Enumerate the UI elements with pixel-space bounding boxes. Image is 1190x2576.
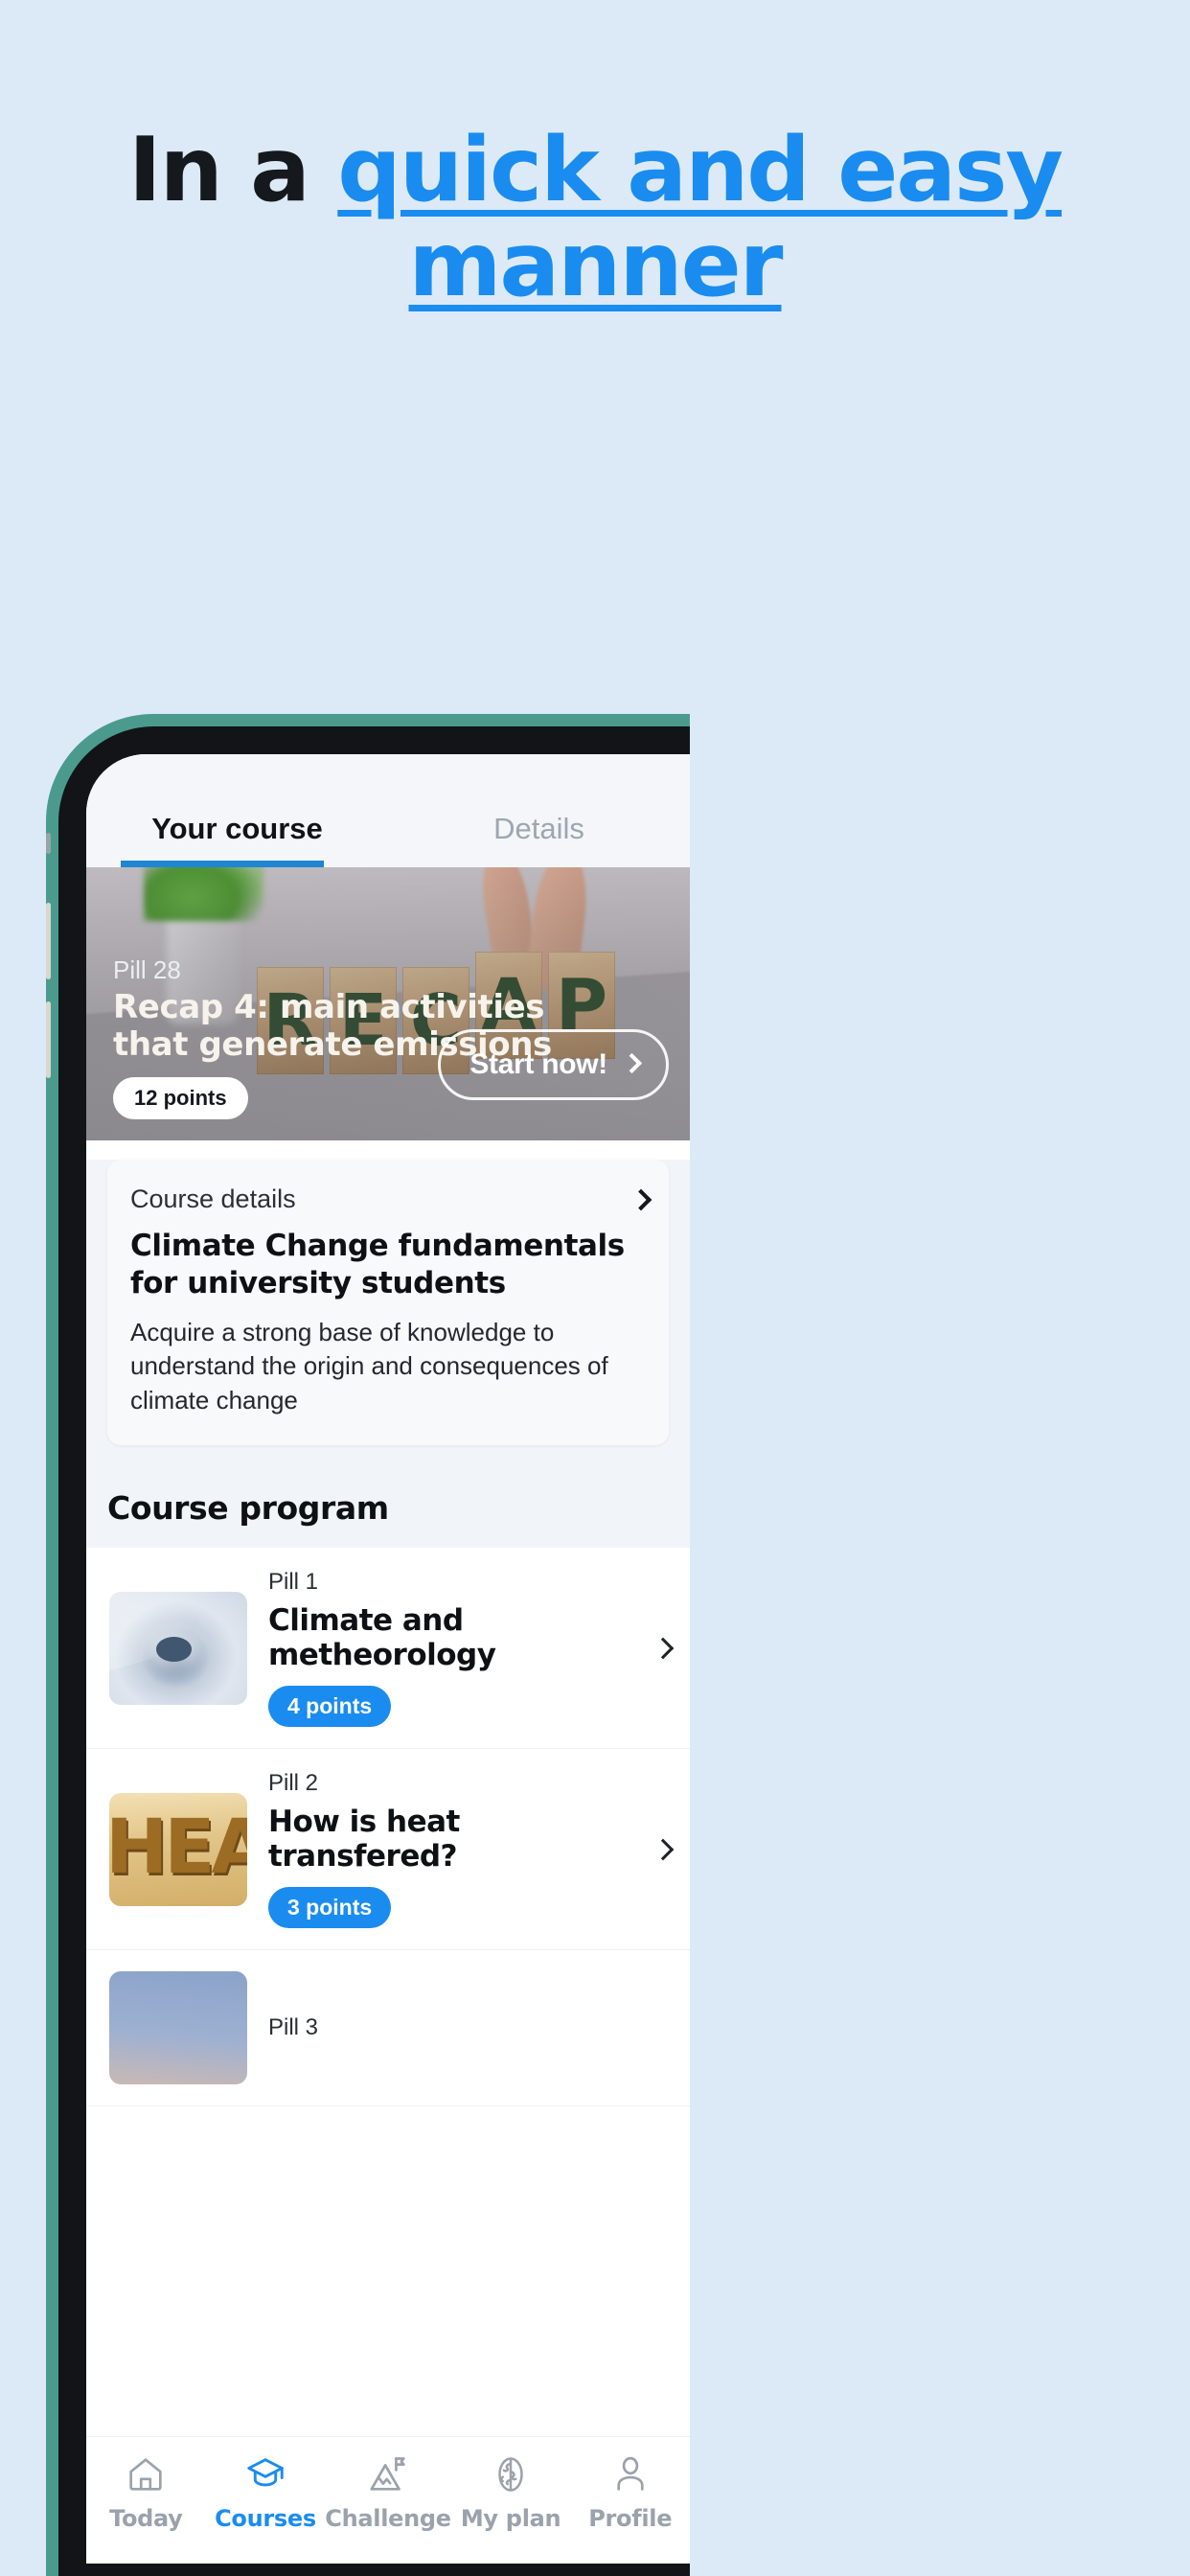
pill-text: Pill 2 How is heat transfered? 3 points [268, 1770, 634, 1929]
start-now-button[interactable]: Start now! [438, 1029, 669, 1100]
hero-points-badge: 12 points [113, 1077, 248, 1119]
chevron-right-icon [625, 1054, 637, 1075]
nav-label-courses: Courses [215, 2505, 316, 2532]
chevron-right-icon[interactable] [655, 1838, 669, 1861]
person-icon [607, 2452, 653, 2496]
phone-mockup: Your course Details R E C A P Pill 28 Re… [46, 714, 690, 2576]
list-item[interactable]: Pill 3 [86, 1950, 690, 2107]
brain-icon [488, 2452, 534, 2496]
nav-item-my-plan[interactable]: My plan [451, 2452, 571, 2532]
pill-number: Pill 3 [268, 2014, 319, 2041]
course-description: Acquire a strong base of knowledge to un… [130, 1317, 608, 1415]
pill-thumbnail [109, 1971, 247, 2085]
nav-item-today[interactable]: Today [86, 2452, 206, 2532]
nav-label-my-plan: My plan [460, 2505, 561, 2532]
course-tabbar: Your course Details [86, 754, 690, 867]
promo-headline-lead: In a [127, 118, 338, 221]
tab-your-course[interactable]: Your course [86, 812, 388, 867]
chevron-right-icon[interactable] [655, 1637, 669, 1660]
nav-item-profile[interactable]: Profile [570, 2452, 690, 2532]
tab-details[interactable]: Details [388, 812, 690, 867]
nav-item-challenge[interactable]: Challenge [325, 2452, 451, 2532]
phone-screen: Your course Details R E C A P Pill 28 Re… [86, 754, 690, 2564]
hero-pill-label: Pill 28 [113, 954, 181, 984]
nav-label-challenge: Challenge [325, 2505, 451, 2532]
list-item[interactable]: Pill 1 Climate and metheorology 4 points [86, 1548, 690, 1750]
pill-thumbnail [109, 1792, 247, 1906]
pill-name: Climate and metheorology [268, 1603, 496, 1673]
course-title: Climate Change fundamentals for universi… [130, 1229, 625, 1300]
pill-number: Pill 1 [268, 1569, 319, 1596]
course-program-heading: Course program [107, 1489, 389, 1528]
tab-active-indicator [121, 861, 324, 867]
start-now-label: Start now! [469, 1048, 607, 1080]
hero-banner[interactable]: Pill 28 Recap 4: main activities that ge… [86, 867, 690, 1140]
nav-label-today: Today [109, 2505, 183, 2532]
mountain-flag-icon [365, 2452, 411, 2496]
list-item[interactable]: Pill 2 How is heat transfered? 3 points [86, 1749, 690, 1951]
nav-item-courses[interactable]: Courses [206, 2452, 326, 2532]
course-details-header[interactable]: Course details [130, 1184, 646, 1214]
status-badge: 4 points [268, 1686, 392, 1728]
phone-volume-up-button [46, 903, 51, 979]
phone-volume-down-button [46, 1001, 51, 1078]
tab-your-course-label: Your course [151, 812, 323, 845]
course-program-list: Pill 1 Climate and metheorology 4 points… [86, 1548, 690, 2107]
course-details-label: Course details [130, 1184, 296, 1213]
graduation-cap-icon [242, 2452, 288, 2496]
promo-headline-accent: quick and easy manner [337, 118, 1064, 316]
pill-text: Pill 1 Climate and metheorology 4 points [268, 1569, 634, 1728]
course-details-card[interactable]: Course details Climate Change fundamenta… [107, 1160, 669, 1446]
pill-name: How is heat transfered? [268, 1805, 460, 1874]
pill-thumbnail [109, 1591, 247, 1705]
status-badge: 3 points [268, 1887, 392, 1929]
bottom-navigation: Today Courses Challenge My plan Profile [86, 2436, 690, 2564]
promo-headline: In a quick and easy manner [0, 123, 1190, 311]
pill-text: Pill 3 [268, 2014, 669, 2041]
phone-mute-switch [46, 833, 51, 854]
course-content: Course details Climate Change fundamenta… [86, 1160, 690, 2107]
home-icon [123, 2452, 169, 2496]
chevron-right-icon[interactable] [633, 1189, 646, 1210]
tab-details-label: Details [493, 812, 584, 845]
pill-number: Pill 2 [268, 1770, 319, 1797]
nav-label-profile: Profile [588, 2505, 673, 2532]
